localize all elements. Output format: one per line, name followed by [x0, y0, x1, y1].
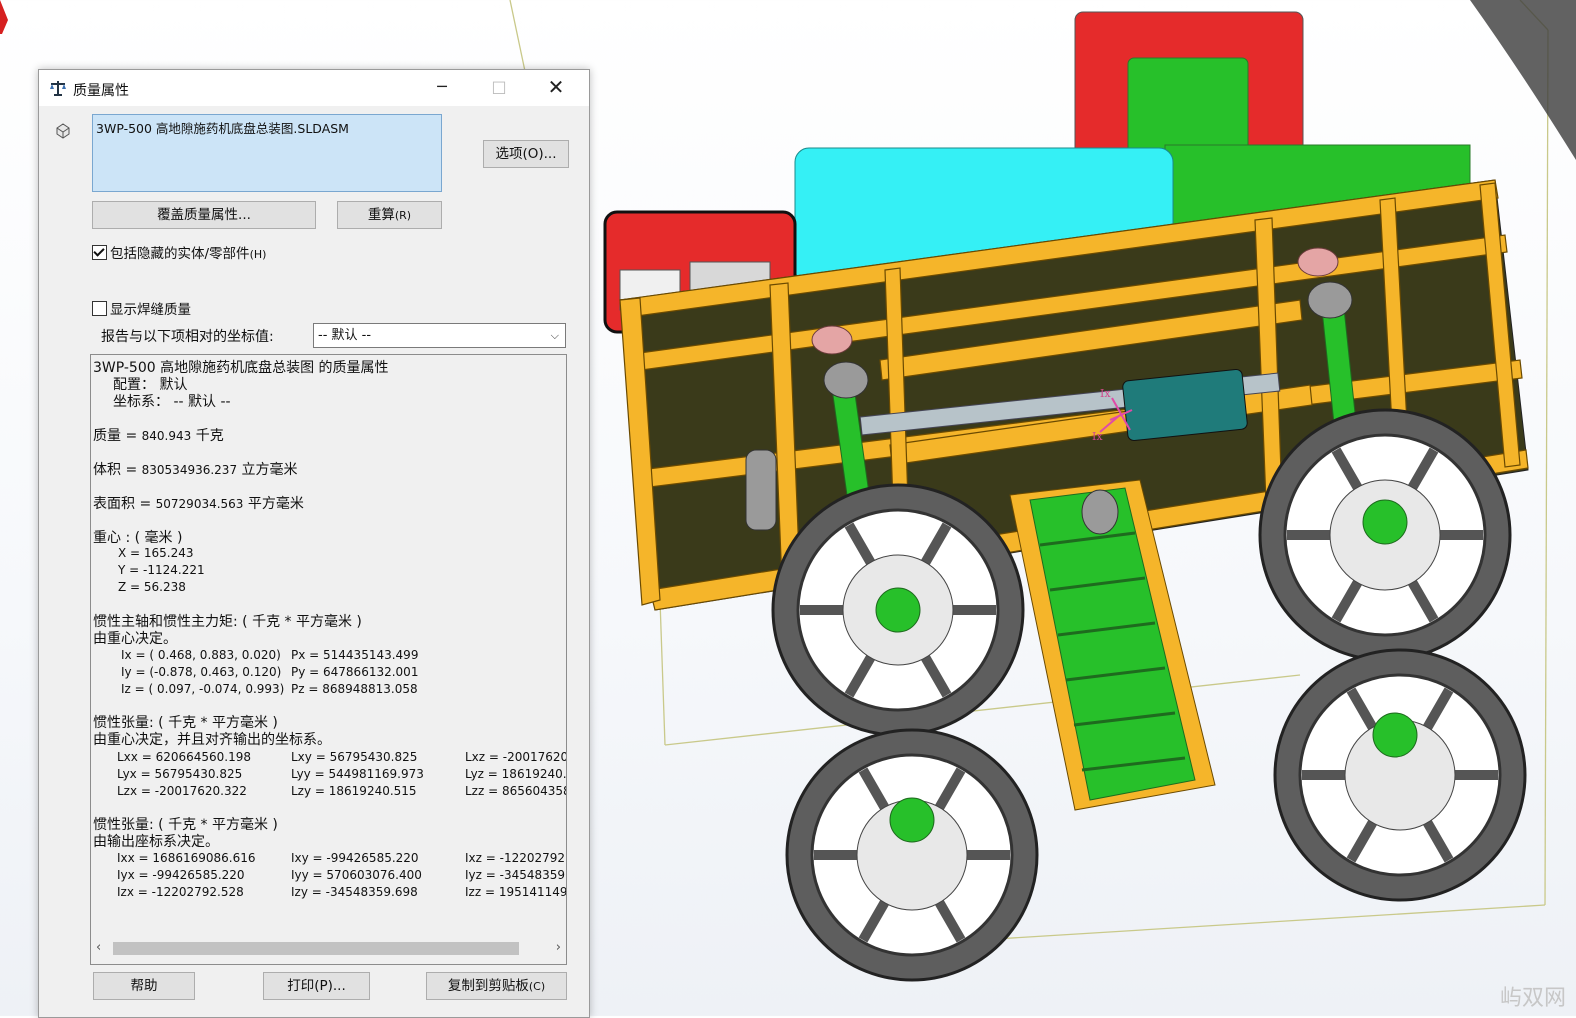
- balance-scale-icon: [50, 81, 66, 96]
- tensor-lxy: Lxy = 56795430.825: [291, 750, 418, 764]
- close-button[interactable]: ✕: [533, 70, 579, 106]
- wheel-front-left: [771, 483, 1025, 737]
- principal-px: Px = 514435143.499: [291, 648, 419, 662]
- scrollbar-thumb[interactable]: [113, 942, 519, 955]
- selected-component-item[interactable]: 3WP-500 高地隙施药机底盘总装图.SLDASM: [96, 121, 349, 136]
- include-hidden-accel: (H): [249, 248, 267, 261]
- tensor-iyy: Iyy = 570603076.400: [291, 868, 422, 882]
- recalculate-label: 重算: [367, 207, 395, 223]
- coord-sys-line: 坐标系： -- 默认 --: [113, 394, 231, 410]
- principal-pz: Pz = 868948813.058: [291, 682, 418, 696]
- watermark: 屿双网: [1499, 986, 1566, 1011]
- tensor-ixy: Ixy = -99426585.220: [291, 851, 419, 865]
- area-label: 表面积 =: [93, 496, 156, 512]
- include-hidden-checkbox[interactable]: 包括隐藏的实体/零部件(H): [92, 242, 266, 262]
- principal-iz: Iz = ( 0.097, -0.074, 0.993): [121, 682, 285, 696]
- area-unit: 平方毫米: [243, 496, 304, 512]
- show-weld-mass-checkbox[interactable]: 显示焊缝质量: [92, 298, 191, 318]
- tensor-lzx: Lzx = -20017620.322: [117, 784, 247, 798]
- copy-accel: (C): [528, 980, 546, 993]
- dialog-titlebar[interactable]: 质量属性 ─ □ ✕: [39, 70, 589, 106]
- tensor-lyx: Lyx = 56795430.825: [117, 767, 243, 781]
- surface-area-line: 表面积 = 50729034.563 平方毫米: [93, 493, 304, 513]
- copy-to-clipboard-button[interactable]: 复制到剪贴板(C): [426, 972, 567, 1000]
- include-hidden-check-icon[interactable]: [92, 245, 107, 260]
- mass-properties-results[interactable]: 3WP-500 高地隙施药机底盘总装图 的质量属性 配置： 默认 坐标系： --…: [90, 354, 567, 965]
- tensor-lzz: Lzz = 865604358: [465, 784, 567, 798]
- cog-y: Y = -1124.221: [118, 563, 205, 577]
- help-button[interactable]: 帮助: [93, 972, 195, 1000]
- principal-axis-label: Ix: [1100, 387, 1111, 400]
- dialog-title: 质量属性: [73, 83, 129, 99]
- options-button[interactable]: 选项(O)...: [483, 140, 569, 168]
- volume-line: 体积 = 830534936.237 立方毫米: [93, 459, 298, 479]
- scroll-right-icon[interactable]: ›: [556, 940, 561, 955]
- inertia-tensor-output-sub: 由输出座标系决定。: [93, 834, 219, 850]
- principal-axes-sub: 由重心决定。: [93, 631, 177, 647]
- maximize-button[interactable]: □: [476, 70, 522, 106]
- results-horizontal-scrollbar[interactable]: ‹ ›: [91, 940, 566, 957]
- include-hidden-label: 包括隐藏的实体/零部件: [110, 246, 250, 262]
- volume-label: 体积 =: [93, 462, 142, 478]
- volume-value: 830534936.237: [141, 463, 238, 477]
- tensor-lyz: Lyz = 18619240.5: [465, 767, 567, 781]
- minimize-button[interactable]: ─: [419, 70, 465, 106]
- principal-py: Py = 647866132.001: [291, 665, 419, 679]
- tensor-lxz: Lxz = -20017620.: [465, 750, 567, 764]
- show-weld-check-icon[interactable]: [92, 301, 107, 316]
- tensor-izz: Izz = 1951411494: [465, 885, 567, 899]
- tensor-izy: Izy = -34548359.698: [291, 885, 418, 899]
- tensor-iyz: Iyz = -34548359.6: [465, 868, 567, 882]
- mass-unit: 千克: [191, 428, 224, 444]
- mass-label: 质量 =: [93, 428, 142, 444]
- tensor-ixx: Ixx = 1686169086.616: [117, 851, 256, 865]
- principal-ix: Ix = ( 0.468, 0.883, 0.020): [121, 648, 281, 662]
- scroll-left-icon[interactable]: ‹: [96, 940, 101, 955]
- volume-unit: 立方毫米: [237, 462, 298, 478]
- show-weld-label: 显示焊缝质量: [110, 302, 191, 318]
- recalculate-button[interactable]: 重算(R): [337, 201, 442, 229]
- mass-value: 840.943: [141, 429, 192, 443]
- mass-line: 质量 = 840.943 千克: [93, 425, 224, 445]
- chevron-down-icon[interactable]: ⌵: [551, 324, 559, 347]
- override-mass-properties-button[interactable]: 覆盖质量属性...: [92, 201, 316, 229]
- recalculate-accel: (R): [394, 209, 412, 222]
- area-value: 50729034.563: [155, 497, 244, 511]
- copy-label: 复制到剪贴板: [447, 978, 529, 994]
- inertia-tensor-com-sub: 由重心决定，并且对齐输出的坐标系。: [93, 732, 331, 748]
- red-marker-graphic: [0, 0, 8, 34]
- coordinate-system-value: -- 默认 --: [318, 328, 372, 343]
- wheel-rear-left: [785, 728, 1039, 982]
- coordinate-system-label: 报告与以下项相对的坐标值:: [101, 329, 274, 345]
- tensor-lyy: Lyy = 544981169.973: [291, 767, 424, 781]
- tensor-lxx: Lxx = 620664560.198: [117, 750, 252, 764]
- print-button[interactable]: 打印(P)...: [263, 972, 370, 1000]
- component-selection-icon: [56, 123, 70, 139]
- cog-x: X = 165.243: [118, 546, 194, 560]
- coordinate-system-select[interactable]: -- 默认 -- ⌵: [313, 323, 566, 348]
- mass-properties-dialog: 质量属性 ─ □ ✕ 3WP-500 高地隙施药机底盘总装图.SLDASM 选项…: [38, 69, 590, 1018]
- principal-iy: Iy = (-0.878, 0.463, 0.120): [121, 665, 282, 679]
- tensor-ixz: Ixz = -12202792.5: [465, 851, 567, 865]
- cog-z: Z = 56.238: [118, 580, 186, 594]
- tensor-izx: Izx = -12202792.528: [117, 885, 244, 899]
- tensor-iyx: Iyx = -99426585.220: [117, 868, 245, 882]
- wheel-front-right: [1258, 408, 1512, 662]
- tensor-lzy: Lzy = 18619240.515: [291, 784, 417, 798]
- wheel-rear-right: [1273, 648, 1527, 902]
- principal-axis-label-2: Ix: [1092, 430, 1103, 443]
- center-of-mass-heading: 重心 : ( 毫米 ): [93, 530, 183, 546]
- selected-components-list[interactable]: 3WP-500 高地隙施药机底盘总装图.SLDASM: [92, 114, 442, 192]
